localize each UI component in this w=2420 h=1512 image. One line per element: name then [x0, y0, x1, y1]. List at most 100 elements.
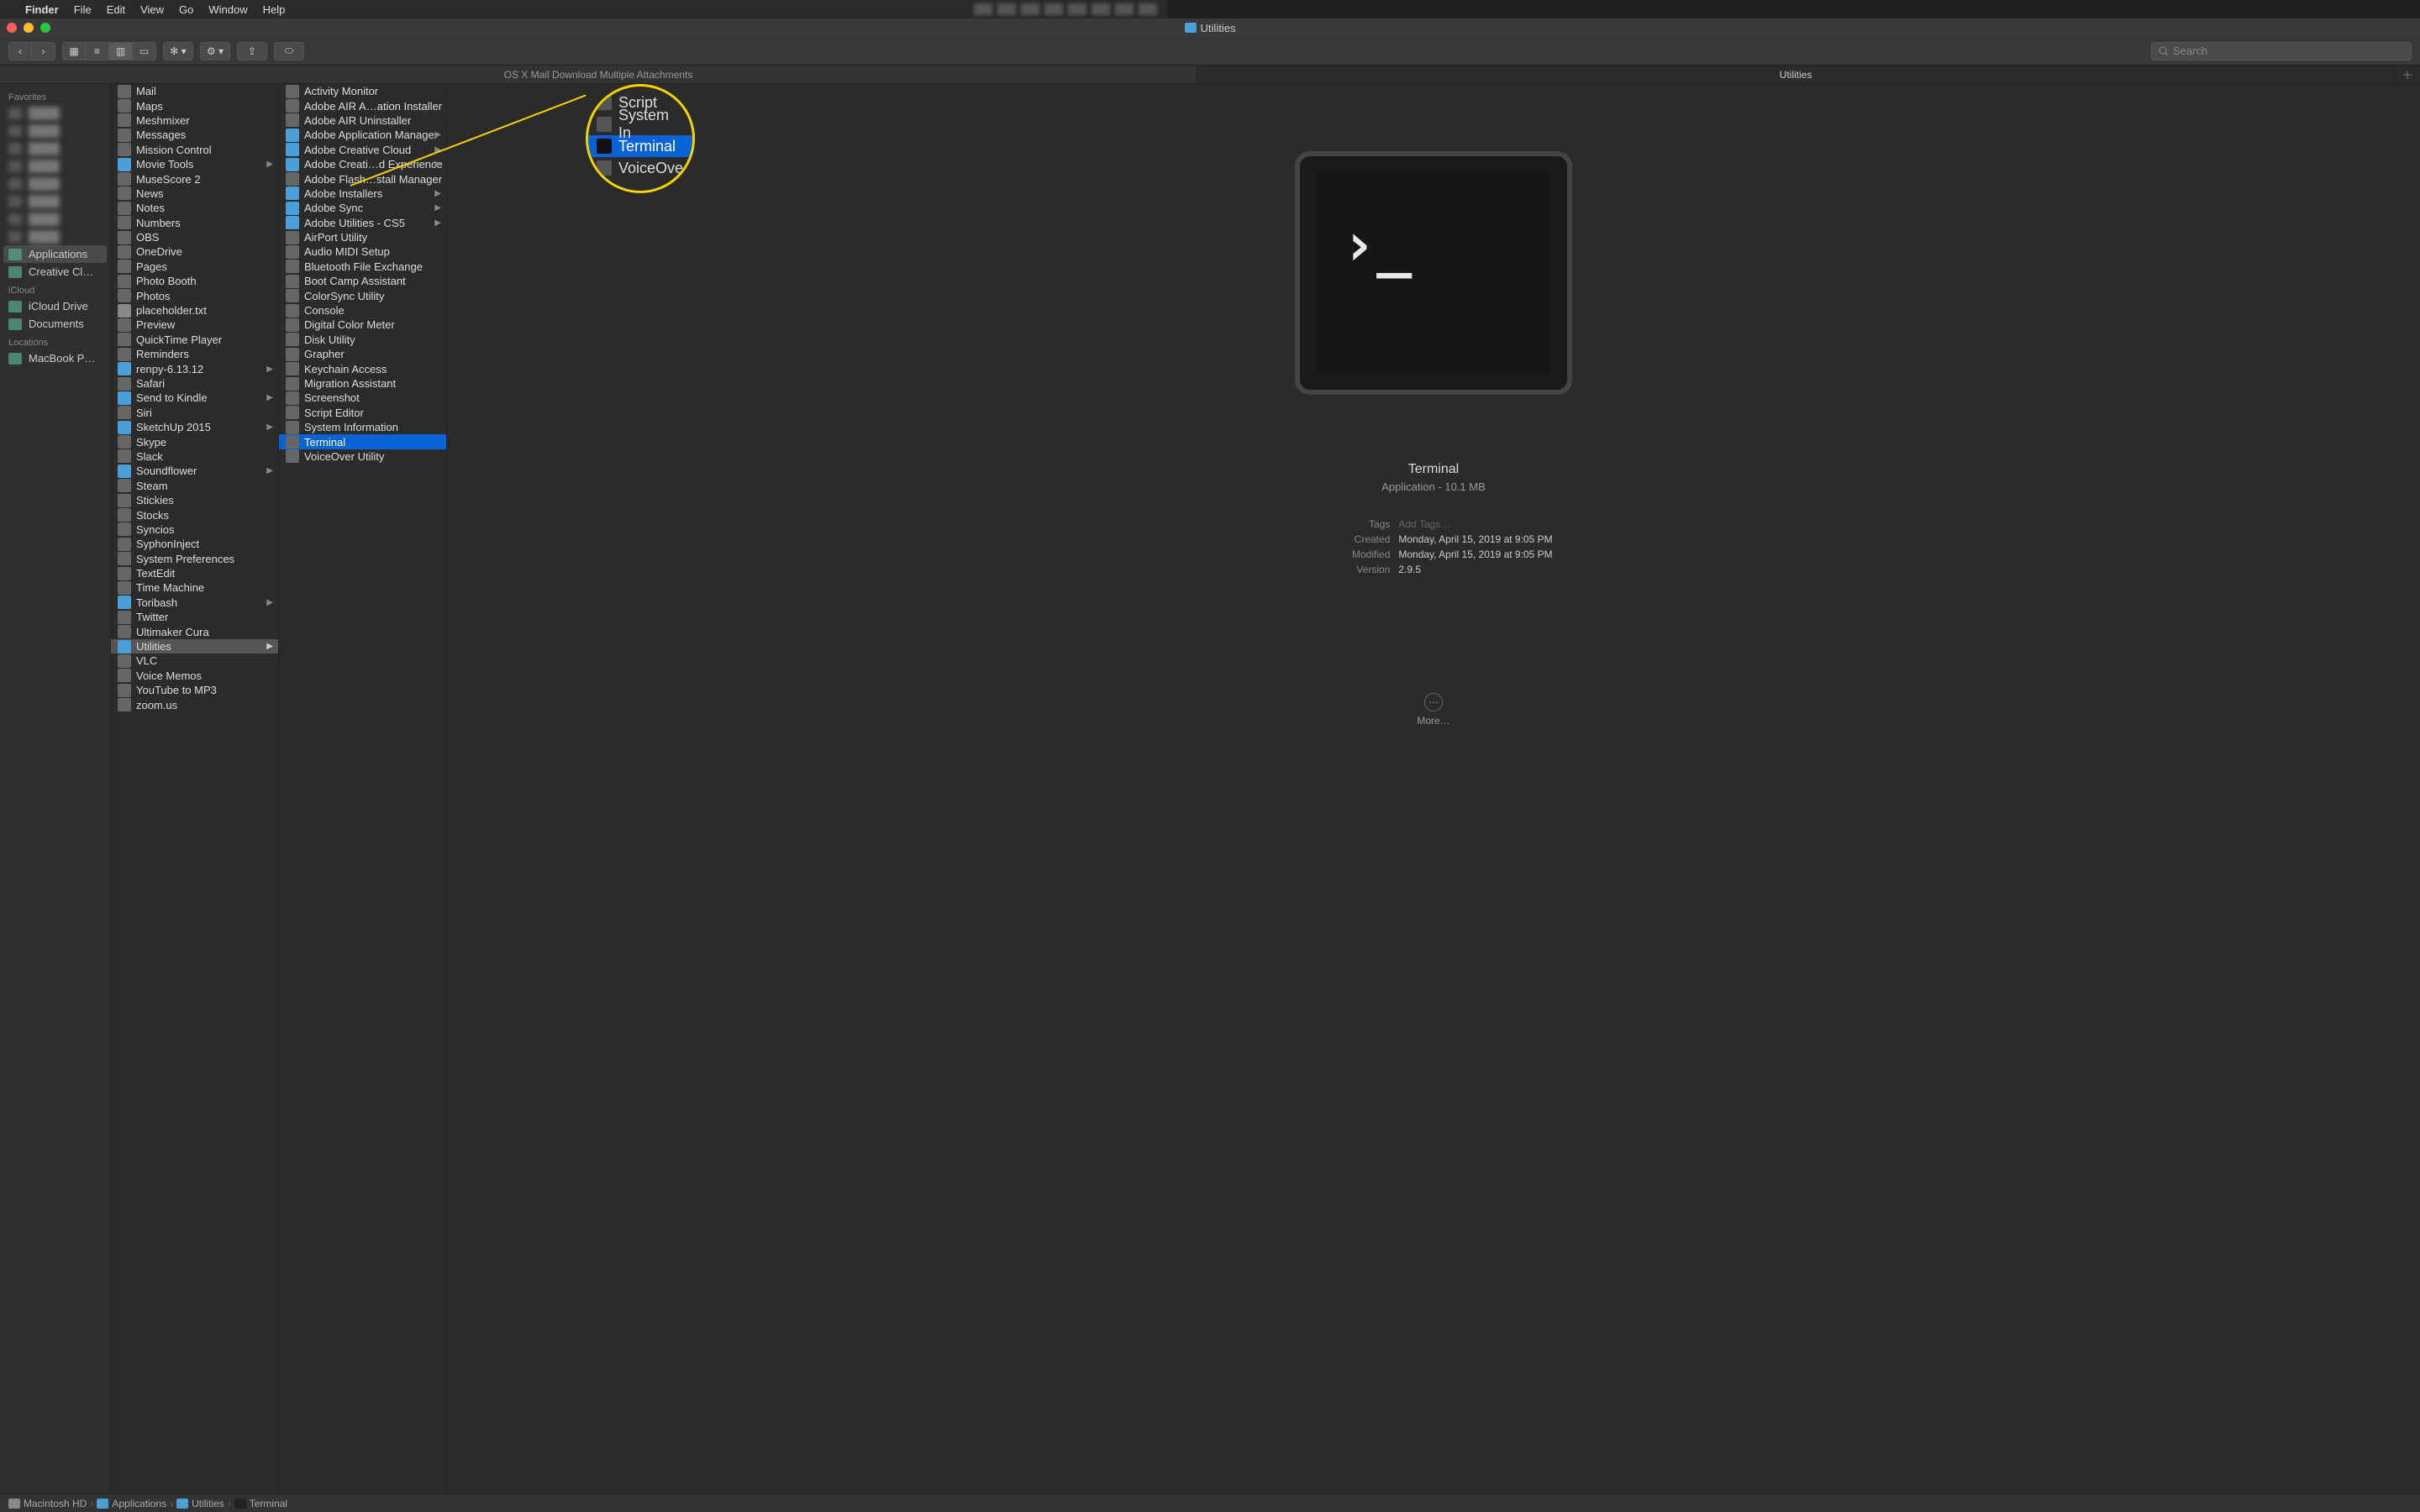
- list-item[interactable]: Soundflower▶: [111, 464, 278, 478]
- menu-help[interactable]: Help: [263, 3, 286, 16]
- tab-1[interactable]: Utilities: [1197, 66, 2395, 83]
- list-item[interactable]: Migration Assistant: [279, 376, 446, 391]
- status-icon[interactable]: [1044, 3, 1063, 15]
- list-item[interactable]: Ultimaker Cura: [111, 624, 278, 638]
- status-icon[interactable]: [1021, 3, 1039, 15]
- list-item[interactable]: Maps: [111, 98, 278, 113]
- list-item[interactable]: VoiceOver Utility: [279, 449, 446, 464]
- list-item[interactable]: TextEdit: [111, 566, 278, 580]
- list-item[interactable]: Messages: [111, 128, 278, 142]
- sidebar-item[interactable]: MacBook P…: [0, 349, 110, 367]
- menu-file[interactable]: File: [74, 3, 92, 16]
- menu-view[interactable]: View: [140, 3, 164, 16]
- list-item[interactable]: Movie Tools▶: [111, 157, 278, 171]
- list-item[interactable]: Preview: [111, 318, 278, 332]
- list-item[interactable]: System Preferences: [111, 552, 278, 566]
- minimize-button[interactable]: [24, 23, 34, 33]
- status-icon[interactable]: [1068, 3, 1086, 15]
- list-item[interactable]: Send to Kindle▶: [111, 391, 278, 405]
- list-item[interactable]: Photo Booth: [111, 274, 278, 288]
- path-segment[interactable]: Applications: [112, 1498, 166, 1509]
- list-item[interactable]: Audio MIDI Setup: [279, 244, 446, 259]
- list-item[interactable]: Adobe Creative Cloud▶: [279, 143, 446, 157]
- list-item[interactable]: QuickTime Player: [111, 333, 278, 347]
- list-item[interactable]: VLC: [111, 654, 278, 668]
- list-item[interactable]: Digital Color Meter: [279, 318, 446, 332]
- sidebar-item[interactable]: Documents: [0, 315, 110, 333]
- meta-value[interactable]: Add Tags…: [1398, 518, 1552, 530]
- list-item[interactable]: ColorSync Utility: [279, 288, 446, 302]
- list-item[interactable]: Adobe Installers▶: [279, 186, 446, 201]
- path-segment[interactable]: Macintosh HD: [24, 1498, 87, 1509]
- path-segment[interactable]: Terminal: [250, 1498, 287, 1509]
- list-item[interactable]: SyphonInject: [111, 537, 278, 551]
- arrange-button[interactable]: ✻ ▾: [163, 42, 193, 60]
- list-item[interactable]: Adobe Sync▶: [279, 201, 446, 215]
- list-item[interactable]: Adobe Application Manager▶: [279, 128, 446, 142]
- back-button[interactable]: ‹: [8, 42, 32, 60]
- share-button[interactable]: ⇪: [237, 42, 267, 60]
- more-button[interactable]: ⋯ More…: [1417, 693, 1449, 727]
- list-item[interactable]: Utilities▶: [111, 639, 278, 654]
- list-item[interactable]: Activity Monitor: [279, 84, 446, 98]
- sidebar-item[interactable]: ████: [0, 139, 110, 157]
- list-item[interactable]: renpy-6.13.12▶: [111, 361, 278, 375]
- list-item[interactable]: Keychain Access: [279, 361, 446, 375]
- tab-0[interactable]: OS X Mail Download Multiple Attachments: [0, 66, 1197, 83]
- list-item[interactable]: OBS: [111, 230, 278, 244]
- list-item[interactable]: Voice Memos: [111, 669, 278, 683]
- list-item[interactable]: Numbers: [111, 216, 278, 230]
- list-item[interactable]: Slack: [111, 449, 278, 464]
- list-item[interactable]: Terminal: [279, 434, 446, 449]
- close-button[interactable]: [7, 23, 17, 33]
- sidebar-item[interactable]: ████: [0, 228, 110, 245]
- list-item[interactable]: Adobe AIR A…ation Installer: [279, 98, 446, 113]
- status-icon[interactable]: [1139, 3, 1157, 15]
- list-item[interactable]: Steam: [111, 479, 278, 493]
- menubar-app[interactable]: Finder: [25, 3, 59, 16]
- sidebar-item[interactable]: Creative Cl…: [0, 263, 110, 281]
- list-item[interactable]: zoom.us: [111, 697, 278, 711]
- list-item[interactable]: AirPort Utility: [279, 230, 446, 244]
- list-item[interactable]: Photos: [111, 288, 278, 302]
- list-item[interactable]: Reminders: [111, 347, 278, 361]
- sidebar-item[interactable]: ████: [0, 157, 110, 175]
- path-segment[interactable]: Utilities: [192, 1498, 224, 1509]
- list-item[interactable]: OneDrive: [111, 244, 278, 259]
- sidebar-item[interactable]: iCloud Drive: [0, 297, 110, 315]
- list-item[interactable]: Console: [279, 303, 446, 318]
- menu-window[interactable]: Window: [208, 3, 247, 16]
- sidebar-item[interactable]: ████: [0, 175, 110, 192]
- list-item[interactable]: SketchUp 2015▶: [111, 420, 278, 434]
- list-item[interactable]: Time Machine: [111, 580, 278, 595]
- sidebar-item[interactable]: Applications: [3, 245, 107, 263]
- sidebar-item[interactable]: ████: [0, 122, 110, 139]
- icon-view-button[interactable]: ▦: [62, 42, 86, 60]
- status-icon[interactable]: [997, 3, 1016, 15]
- new-tab-button[interactable]: ＋: [2395, 66, 2420, 83]
- list-item[interactable]: Stickies: [111, 493, 278, 507]
- forward-button[interactable]: ›: [32, 42, 55, 60]
- list-item[interactable]: Mail: [111, 84, 278, 98]
- list-item[interactable]: Adobe Utilities - CS5▶: [279, 216, 446, 230]
- list-view-button[interactable]: ≡: [86, 42, 109, 60]
- list-item[interactable]: Skype: [111, 434, 278, 449]
- list-item[interactable]: Boot Camp Assistant: [279, 274, 446, 288]
- menu-edit[interactable]: Edit: [107, 3, 125, 16]
- list-item[interactable]: Bluetooth File Exchange: [279, 260, 446, 274]
- list-item[interactable]: Disk Utility: [279, 333, 446, 347]
- gallery-view-button[interactable]: ▭: [133, 42, 156, 60]
- sidebar-item[interactable]: ████: [0, 192, 110, 210]
- list-item[interactable]: Pages: [111, 260, 278, 274]
- list-item[interactable]: Grapher: [279, 347, 446, 361]
- list-item[interactable]: Mission Control: [111, 143, 278, 157]
- list-item[interactable]: Notes: [111, 201, 278, 215]
- list-item[interactable]: Adobe AIR Uninstaller: [279, 113, 446, 128]
- list-item[interactable]: Toribash▶: [111, 596, 278, 610]
- list-item[interactable]: YouTube to MP3: [111, 683, 278, 697]
- action-button[interactable]: ⚙ ▾: [200, 42, 230, 60]
- list-item[interactable]: MuseScore 2: [111, 171, 278, 186]
- list-item[interactable]: Siri: [111, 406, 278, 420]
- list-item[interactable]: Meshmixer: [111, 113, 278, 128]
- status-icon[interactable]: [974, 3, 992, 15]
